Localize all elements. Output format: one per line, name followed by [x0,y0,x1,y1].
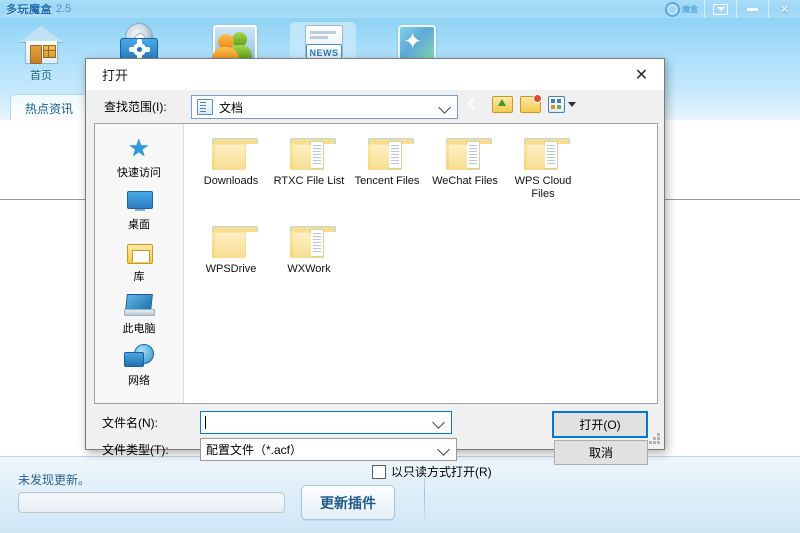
view-grid-icon [548,95,565,113]
window-controls: 魔盒 ✕ [665,0,800,18]
place-library[interactable]: 库 [95,236,183,288]
file-item[interactable]: WPS Cloud Files [504,134,582,222]
file-item-label: WPS Cloud Files [514,175,572,200]
new-folder-button[interactable] [520,94,542,114]
place-quick-access-label: 快速访问 [117,167,161,179]
minimize-icon [747,7,758,11]
folder-icon [522,138,570,172]
update-progress-bar [18,492,285,513]
update-status-text: 未发现更新。 [18,473,91,487]
place-network-label: 网络 [128,375,150,387]
file-item-label: RTXC File List [273,175,345,187]
text-caret [205,416,206,429]
house-icon [18,22,64,66]
file-item-label: WXWork [287,263,331,275]
network-icon [124,344,154,370]
filename-row: 文件名(N): [86,411,452,434]
file-item[interactable]: WXWork [270,222,348,310]
filename-label: 文件名(N): [102,416,158,430]
chevron-down-icon [713,3,728,15]
app-titlebar: 多玩魔盒 2.5 魔盒 ✕ [0,0,800,18]
open-button-label: 打开(O) [579,418,621,432]
open-file-dialog: 打开 ✕ 查找范围(I): 文档 ★ 快速访问 桌面 库 此电脑 网络 Down… [85,58,665,479]
chevron-down-icon [568,101,576,107]
filetype-row: 文件类型(T): 配置文件（*.acf） [86,438,457,461]
place-library-label: 库 [133,271,145,283]
place-this-pc[interactable]: 此电脑 [95,288,183,340]
toolbar-item-home-label: 首页 [30,70,52,82]
dialog-title: 打开 [102,68,129,83]
file-item[interactable]: Tencent Files [348,134,426,222]
filetype-label: 文件类型(T): [102,443,169,457]
place-quick-access[interactable]: ★ 快速访问 [95,132,183,184]
close-icon: ✕ [634,66,649,84]
place-desktop-label: 桌面 [128,219,150,231]
file-item[interactable]: Downloads [192,134,270,222]
cancel-button[interactable]: 取消 [554,440,648,465]
close-icon: ✕ [779,3,790,16]
dialog-close-button[interactable]: ✕ [619,59,664,90]
folder-icon [210,138,258,172]
place-desktop[interactable]: 桌面 [95,184,183,236]
file-item[interactable]: WeChat Files [426,134,504,222]
file-item[interactable]: RTXC File List [270,134,348,222]
up-folder-button[interactable] [492,94,513,114]
back-button[interactable] [464,94,484,114]
readonly-checkbox[interactable]: 以只读方式打开(R) [372,463,492,480]
update-plugin-label: 更新插件 [320,494,376,511]
chevron-down-icon [438,101,451,114]
star-icon: ★ [128,135,150,162]
filetype-select[interactable]: 配置文件（*.acf） [200,438,457,461]
file-grid: Downloads RTXC File List Tencent Files W… [192,134,657,310]
logo-ring-icon [665,1,680,17]
chevron-down-icon [437,443,450,456]
folder-icon [124,240,154,266]
app-title: 多玩魔盒 [6,4,52,16]
dialog-titlebar: 打开 ✕ [86,59,664,90]
monitor-icon [124,188,154,214]
places-sidebar: ★ 快速访问 桌面 库 此电脑 网络 [95,124,184,403]
folder-icon [210,226,258,260]
folder-icon [288,138,336,172]
filetype-value: 配置文件（*.acf） [206,443,303,457]
place-this-pc-label: 此电脑 [122,323,156,335]
look-in-combo[interactable]: 文档 [191,95,458,119]
app-logo: 魔盒 [665,1,698,17]
filename-input[interactable] [200,411,452,434]
collapse-button[interactable] [704,0,736,18]
view-mode-button[interactable] [548,94,576,114]
dialog-body: ★ 快速访问 桌面 库 此电脑 网络 Downloads RTXC File L… [94,123,658,404]
file-item-label: Downloads [203,175,259,187]
cancel-button-label: 取消 [588,446,613,460]
logo-label: 魔盒 [682,4,698,14]
file-item-label: Tencent Files [354,175,420,187]
tab-hot-news[interactable]: 热点资讯 [10,94,89,121]
look-in-label: 查找范围(I): [104,100,167,114]
look-in-row: 查找范围(I): 文档 [86,90,664,122]
readonly-checkbox-box [372,464,386,479]
file-list[interactable]: Downloads RTXC File List Tencent Files W… [184,124,657,403]
look-in-value: 文档 [219,100,244,115]
folder-icon [366,138,414,172]
toolbar-item-home[interactable]: 首页 [8,22,74,88]
resize-grip[interactable] [648,433,660,445]
dialog-nav-buttons [464,94,576,114]
folder-icon [444,138,492,172]
place-network[interactable]: 网络 [95,340,183,392]
file-item[interactable]: WPSDrive [192,222,270,310]
minimize-button[interactable] [736,0,768,18]
documents-folder-icon [197,99,213,115]
file-item-label: WPSDrive [205,263,257,275]
update-plugin-button[interactable]: 更新插件 [301,485,395,520]
readonly-checkbox-label: 以只读方式打开(R) [391,465,492,479]
laptop-icon [124,292,155,318]
close-button[interactable]: ✕ [768,0,800,18]
tab-hot-news-label: 热点资讯 [25,101,74,116]
open-button[interactable]: 打开(O) [552,411,648,438]
folder-icon [288,226,336,260]
file-item-label: WeChat Files [432,175,498,187]
chevron-down-icon [432,416,445,429]
app-version: 2.5 [56,3,72,15]
